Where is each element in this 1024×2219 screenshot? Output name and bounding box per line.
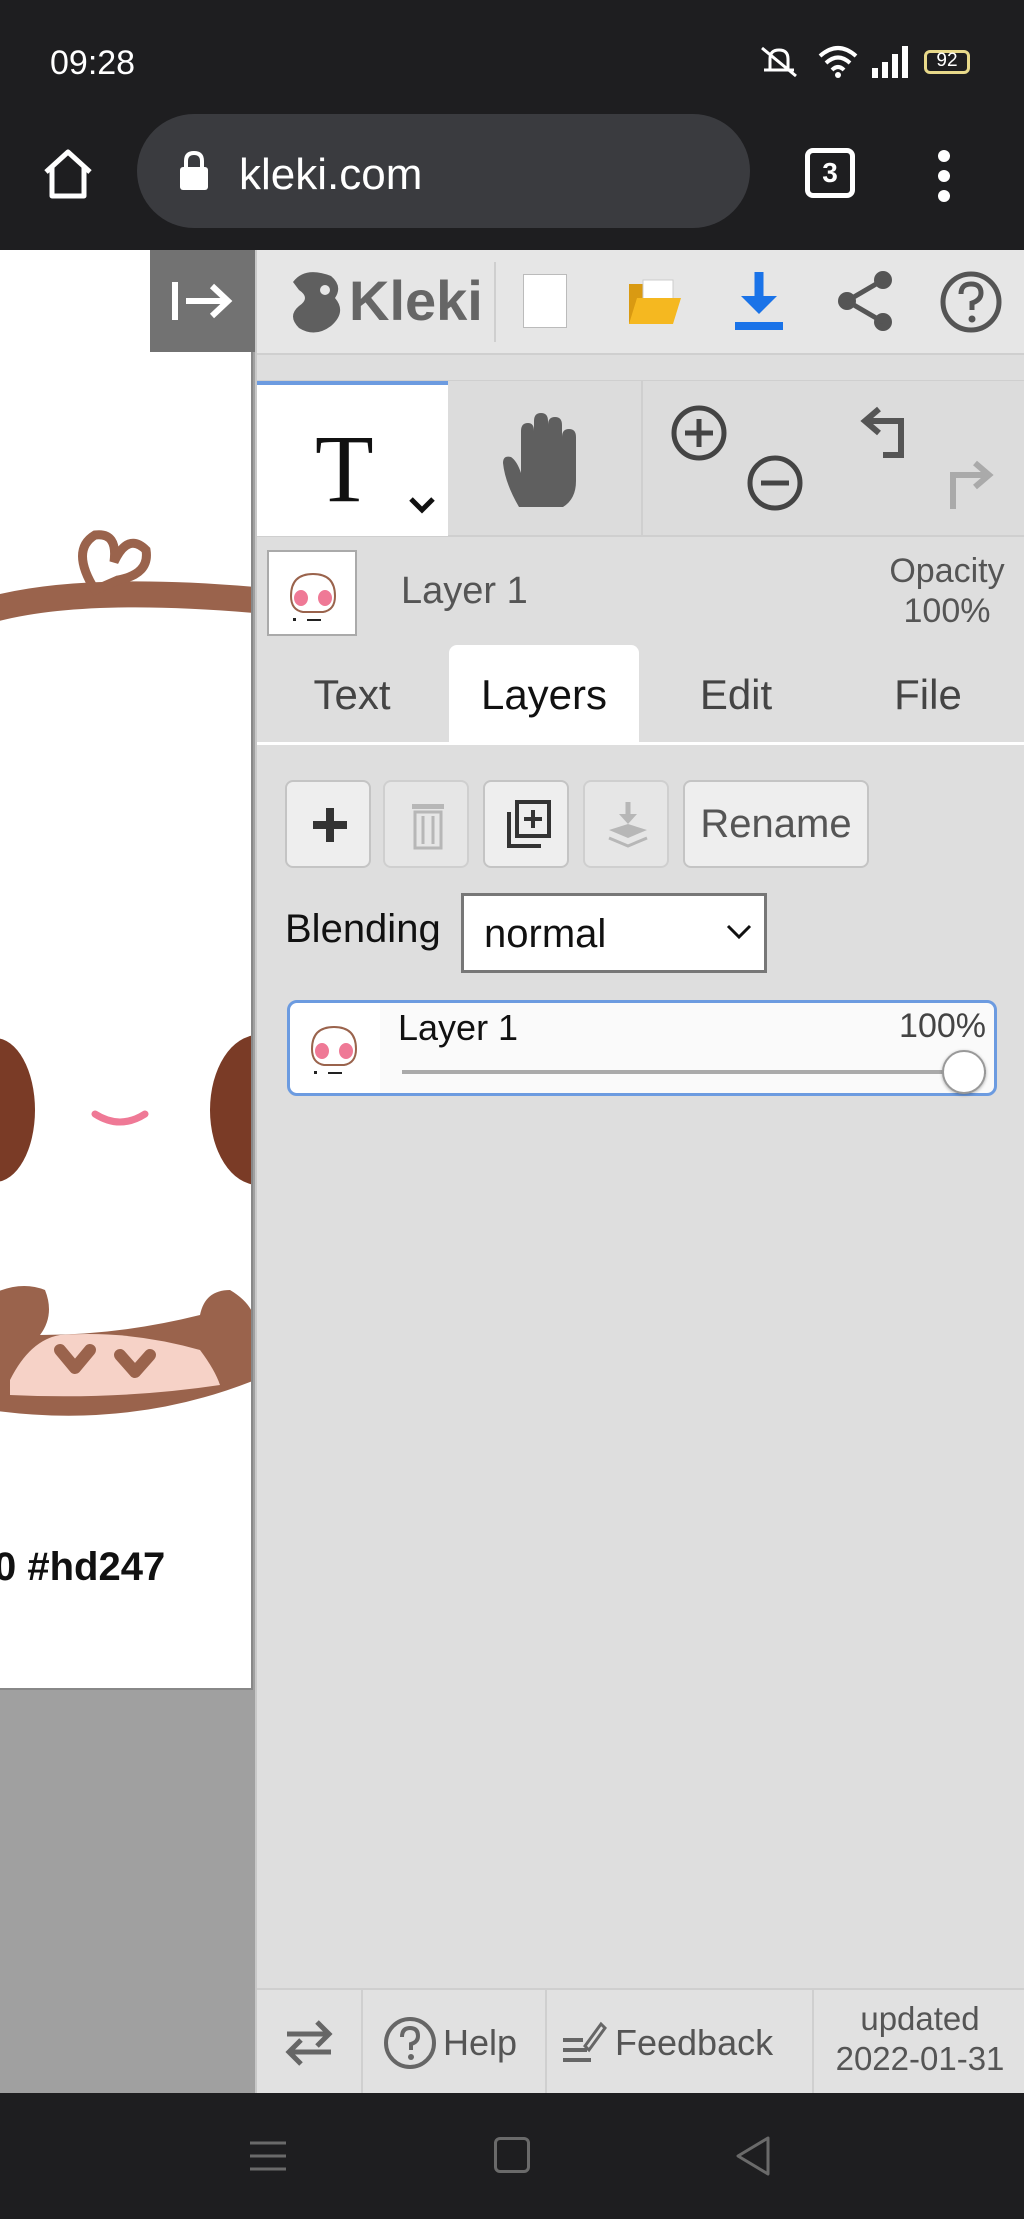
add-layer-icon (313, 808, 347, 842)
duplicate-layer-icon (507, 800, 551, 848)
app-name: Kleki (349, 269, 483, 332)
panel-footer: Help Feedback updated 2022-01-31 (257, 1988, 1024, 2095)
system-nav-bar (0, 2093, 1024, 2219)
add-layer-button[interactable] (285, 780, 371, 868)
opacity-value: 100% (903, 592, 991, 630)
feedback-button[interactable]: Feedback (547, 1990, 801, 2095)
header-divider (494, 262, 496, 342)
blending-label: Blending (285, 907, 441, 951)
recent-apps-icon[interactable] (248, 2139, 288, 2173)
blending-value: normal (484, 912, 607, 956)
share-icon[interactable] (835, 270, 895, 332)
help-icon[interactable] (939, 270, 1003, 334)
feedback-label: Feedback (615, 2022, 774, 2063)
redo-icon[interactable] (937, 457, 995, 515)
collapse-panel-button[interactable] (150, 250, 255, 352)
drawing-canvas[interactable]: 0 #hd247 (0, 250, 253, 1690)
download-icon[interactable] (731, 270, 787, 332)
undo-icon[interactable] (859, 403, 917, 461)
help-icon (384, 2017, 436, 2069)
new-image-icon[interactable] (523, 274, 567, 328)
layer-thumbnail-image (289, 572, 337, 621)
delete-layer-button[interactable] (383, 780, 469, 868)
current-layer-name: Layer 1 (401, 570, 528, 612)
layer-list-item[interactable]: Layer 1 100% (287, 1000, 997, 1096)
panel-tabs: Text Layers Edit File (257, 645, 1024, 745)
zoom-out-icon[interactable] (745, 453, 805, 513)
silent-bell-icon (761, 46, 797, 78)
rename-layer-button[interactable]: Rename (683, 780, 869, 868)
tool-row: T (257, 380, 1024, 537)
help-label: Help (443, 2022, 518, 2063)
status-time: 09:28 (50, 44, 136, 82)
side-panel: Kleki T Layer 1 Opacity 100% Text Layers… (255, 250, 1024, 2095)
updated-label: updated (860, 2000, 980, 2037)
back-nav-icon[interactable] (734, 2135, 774, 2177)
battery-icon: 92 (924, 50, 970, 74)
wifi-icon (818, 46, 858, 78)
layer-item-opacity: 100% (899, 1007, 986, 1045)
updated-date: 2022-01-31 (835, 2040, 1005, 2077)
hand-tool-icon[interactable] (497, 411, 587, 511)
tab-edit[interactable]: Edit (641, 645, 831, 745)
text-tool-icon: T (315, 415, 374, 522)
drawing-artwork (0, 530, 251, 1416)
browser-toolbar: kleki.com 3 (0, 110, 1024, 250)
feedback-icon (563, 2021, 607, 2062)
chevron-down-icon (726, 924, 752, 940)
help-button[interactable]: Help (363, 1990, 543, 2095)
collapse-panel-icon (172, 282, 233, 320)
swap-icon[interactable] (283, 2018, 335, 2068)
merge-down-button[interactable] (583, 780, 669, 868)
layer-item-thumbnail (290, 1003, 380, 1093)
kleki-logo (293, 272, 341, 333)
layer-item-name: Layer 1 (398, 1007, 519, 1048)
canvas-caption: 0 #hd247 (0, 1545, 166, 1589)
layer-opacity-slider-thumb[interactable] (942, 1050, 986, 1094)
app-header: Kleki (257, 250, 1024, 355)
address-bar[interactable]: kleki.com (137, 114, 750, 228)
duplicate-layer-button[interactable] (483, 780, 569, 868)
canvas-area[interactable]: 0 #hd247 (0, 250, 255, 2093)
tab-layers[interactable]: Layers (449, 645, 639, 745)
home-icon[interactable] (40, 146, 96, 202)
merge-down-icon (608, 802, 648, 848)
delete-layer-icon (412, 804, 444, 850)
tab-count: 3 (822, 157, 838, 188)
tool-divider (641, 381, 643, 536)
opacity-label: Opacity (889, 552, 1005, 590)
menu-icon[interactable] (932, 146, 956, 206)
layer-thumbnail[interactable] (267, 550, 357, 636)
blending-select[interactable]: normal (461, 893, 767, 973)
text-tool-button[interactable]: T (257, 381, 448, 536)
open-folder-icon[interactable] (627, 276, 681, 326)
tab-text[interactable]: Text (257, 645, 447, 745)
signal-icon (872, 46, 908, 78)
lock-icon (180, 150, 208, 190)
status-bar: 09:28 92 (0, 0, 1024, 110)
tab-file[interactable]: File (833, 645, 1023, 745)
zoom-in-icon[interactable] (669, 403, 729, 463)
layer-opacity-slider-track[interactable] (402, 1070, 986, 1074)
url-text: kleki.com (239, 150, 423, 199)
home-nav-icon[interactable] (494, 2137, 530, 2173)
layer-item-thumbnail-image (310, 1025, 358, 1074)
tabs-icon[interactable]: 3 (805, 148, 855, 198)
battery-level: 92 (936, 50, 958, 71)
chevron-down-icon[interactable] (407, 495, 437, 515)
